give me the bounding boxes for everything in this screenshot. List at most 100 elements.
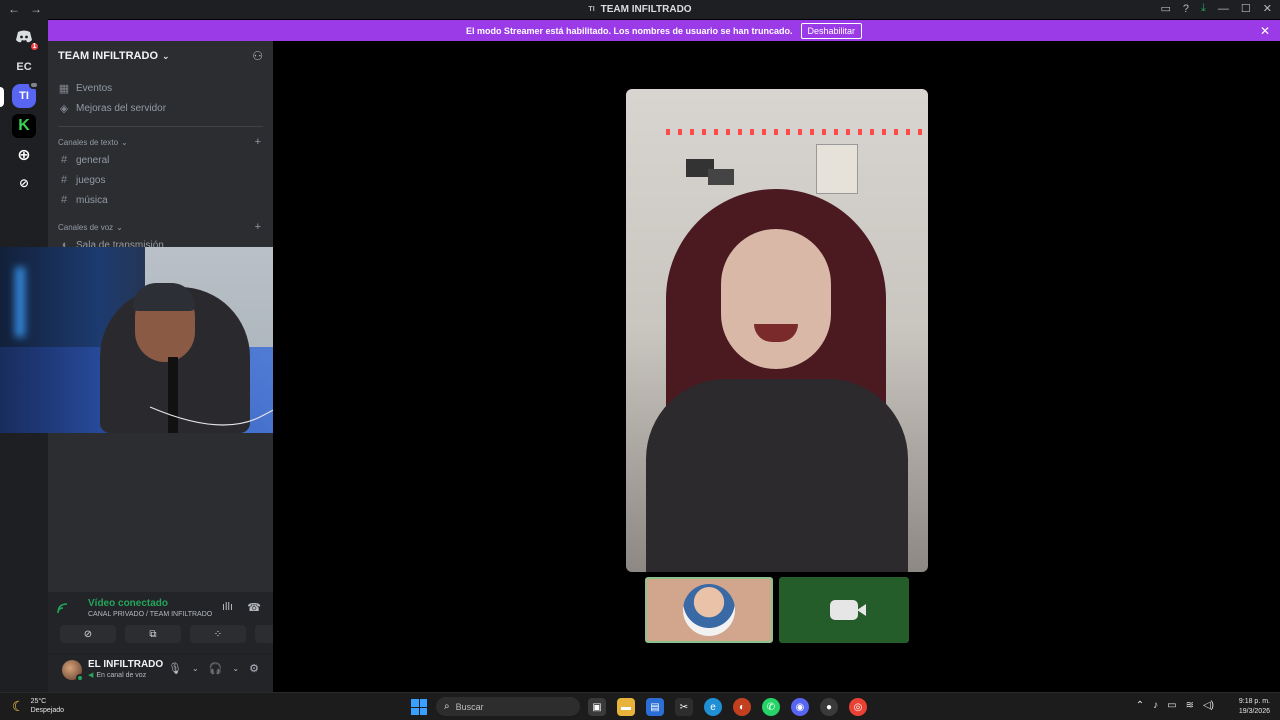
add-server-icon[interactable]: ⊕ [12,143,36,167]
invite-people-icon[interactable]: ⚇ [252,49,263,63]
close-window-icon[interactable]: ✕ [1263,2,1272,15]
sidebar-item-label: Eventos [76,83,113,94]
channel-juegos[interactable]: # juegos [58,174,106,186]
clock[interactable]: 9:18 p. m. 19/3/2026 [1239,697,1270,717]
close-banner-icon[interactable]: ✕ [1260,24,1270,38]
activities-icon: ⁘ [213,628,223,640]
voice-channel-path[interactable]: CANAL PRIVADO / TEAM INFILTRADO [88,611,212,618]
capcut-icon[interactable]: ✂ [675,698,693,716]
server-header[interactable]: TEAM INFILTRADO ⌄ ⚇ [48,41,273,71]
browser-icon[interactable]: ◐ [733,698,751,716]
server-abbr: TI [588,6,595,13]
participant-body [646,379,908,572]
minimize-icon[interactable]: — [1218,3,1229,15]
signal-icon[interactable] [57,602,69,617]
channel-label: música [76,194,108,206]
hash-icon: # [60,194,68,206]
download-icon[interactable]: ⤓ [1201,2,1206,15]
task-view-icon[interactable]: ▣ [588,698,606,716]
calendar-icon: ▦ [58,83,70,95]
weather-widget[interactable]: ☾ 25°C Despejado [12,697,64,715]
selected-server-pill [0,87,4,107]
banner-text: El modo Streamer está habilitado. Los no… [465,25,793,36]
obs-icon[interactable]: ● [820,698,838,716]
server-name: TEAM INFILTRADO [58,50,159,62]
video-camera-icon [830,600,866,620]
weather-text: 25°C Despejado [31,697,64,715]
share-screen-button[interactable]: ⧉ [125,625,181,643]
wifi-icon[interactable]: ≋ [1186,700,1194,711]
moon-icon: ☾ [12,697,25,714]
wall-photo [708,169,734,185]
chevron-up-icon[interactable]: ⌃ [1136,700,1144,711]
whatsapp-icon[interactable]: ✆ [762,698,780,716]
noise-suppression-icon[interactable]: ıllı [222,601,233,613]
participant-avatar [683,584,735,636]
inbox-icon[interactable]: ▭ [1161,2,1171,15]
microphone-icon[interactable]: ♪ [1153,700,1158,711]
maximize-icon[interactable]: ☐ [1241,2,1251,15]
help-icon[interactable]: ? [1183,3,1189,15]
string-lights [666,129,928,135]
file-explorer-icon[interactable]: ▬ [617,698,635,716]
screen-share-icon: ⧉ [149,628,157,640]
chevron-down-icon[interactable]: ⌄ [192,664,199,673]
signal-bars-icon [57,603,68,614]
chrome-icon[interactable]: ◎ [849,698,867,716]
hash-icon: # [60,154,68,166]
add-text-channel-icon[interactable]: + [255,136,261,148]
windows-start-icon[interactable] [411,699,427,715]
channel-general[interactable]: # general [58,154,109,166]
disconnect-icon[interactable]: ☎ [247,601,261,614]
main-video-tile[interactable] [626,89,928,572]
store-icon[interactable]: ▤ [646,698,664,716]
notification-badge: 1 [29,41,40,52]
taskbar-search[interactable]: ⌕ Buscar [436,697,580,716]
category-label: Canales de voz [58,223,114,232]
camera-off-icon: ⊘ [83,628,93,640]
participant-face [721,229,831,369]
category-text-channels[interactable]: Canales de texto ⌄ [58,138,128,147]
chevron-down-icon[interactable]: ⌄ [232,664,239,673]
voice-status[interactable]: Vídeo conectado [88,598,168,609]
display-icon[interactable]: ▭ [1167,700,1176,711]
sidebar-item-boosts[interactable]: ◈ Mejoras del servidor [58,102,166,115]
temperature: 25°C [30,698,47,705]
channel-label: juegos [76,174,106,186]
title-bar: ← → TI TEAM INFILTRADO ▭ ? ⤓ — ☐ ✕ [0,0,1280,19]
volume-icon[interactable]: ◁) [1203,700,1214,711]
server-k[interactable]: K [12,114,36,138]
chevron-down-icon: ⌄ [121,138,128,147]
voice-connection-panel: Vídeo conectado CANAL PRIVADO / TEAM INF… [48,592,311,654]
discord-taskbar-icon[interactable]: ◉ [791,698,809,716]
headphones-icon[interactable]: 🎧 [209,662,223,675]
server-activity-dot [29,81,39,89]
sidebar-item-label: Mejoras del servidor [76,103,167,114]
time: 9:18 p. m. [1238,698,1270,705]
taskbar-apps: ▣ ▬ ▤ ✂ e ◐ ✆ ◉ ● ◎ [588,698,867,716]
camera-off-button[interactable]: ⊘ [60,625,116,643]
microphone-icon[interactable]: 🎙 [168,662,182,675]
sidebar-item-events[interactable]: ▦ Eventos [58,82,112,95]
username[interactable]: EL INFILTRADO [88,659,163,670]
hash-icon: # [60,174,68,186]
channel-musica[interactable]: # música [58,194,108,206]
title-bar-controls: ▭ ? ⤓ — ☐ ✕ [1161,2,1273,15]
disable-streamer-button[interactable]: Deshabilitar [800,22,863,39]
discord-home-icon[interactable]: 1 [12,25,40,52]
system-tray: ⌃ ♪ ▭ ≋ ◁) [1136,700,1214,711]
user-controls: 🎙 ⌄ 🎧 ⌄ ⚙ [168,662,259,675]
category-label: Canales de texto [58,138,119,147]
category-voice-channels[interactable]: Canales de voz ⌄ [58,223,123,232]
participant-thumbnail[interactable] [645,577,773,643]
activities-button[interactable]: ⁘ [190,625,246,643]
date: 19/3/2026 [1238,708,1270,715]
camera-off-thumbnail[interactable] [779,577,909,643]
add-voice-channel-icon[interactable]: + [255,221,261,233]
edge-icon[interactable]: e [704,698,722,716]
server-ti[interactable]: TI [12,81,39,108]
gear-icon[interactable]: ⚙ [249,662,259,675]
explore-compass-icon[interactable]: ⊘ [12,171,36,195]
weather-condition: Despejado [30,707,65,714]
server-ec[interactable]: EC [12,55,36,79]
